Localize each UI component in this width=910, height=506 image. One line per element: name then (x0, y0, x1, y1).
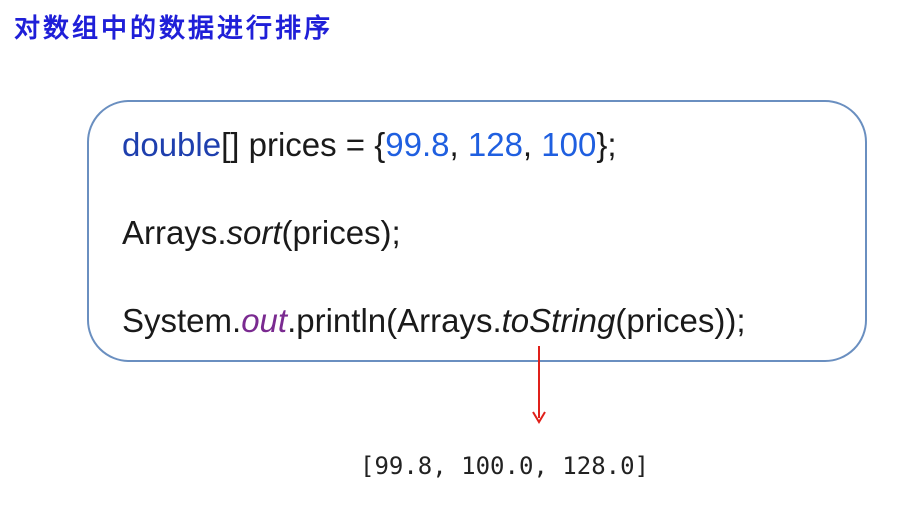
value-2: 128 (467, 126, 523, 163)
separator-1: , (449, 126, 468, 163)
code-line-print: System.out.println(Arrays.toString(price… (122, 302, 746, 340)
declaration-end: }; (596, 126, 617, 163)
value-1: 99.8 (385, 126, 450, 163)
slide-title: 对数组中的数据进行排序 (14, 14, 334, 44)
print-args: (prices)); (615, 302, 746, 339)
code-line-sort: Arrays.sort(prices); (122, 214, 401, 252)
println-call: .println(Arrays. (287, 302, 502, 339)
code-box: double[] prices = {99.8, 128, 100}; Arra… (87, 100, 867, 362)
sort-args: (prices); (281, 214, 401, 251)
declaration-text: [] prices = { (221, 126, 386, 163)
tostring-method: toString (501, 302, 616, 339)
keyword-double: double (122, 126, 222, 163)
down-arrow-icon (532, 346, 546, 424)
console-output: [99.8, 100.0, 128.0] (360, 452, 649, 480)
value-3: 100 (541, 126, 597, 163)
separator-2: , (522, 126, 542, 163)
arrays-class: Arrays. (122, 214, 227, 251)
code-line-declaration: double[] prices = {99.8, 128, 100}; (122, 126, 617, 164)
out-field: out (241, 302, 288, 339)
system-class: System. (122, 302, 242, 339)
sort-method: sort (226, 214, 282, 251)
